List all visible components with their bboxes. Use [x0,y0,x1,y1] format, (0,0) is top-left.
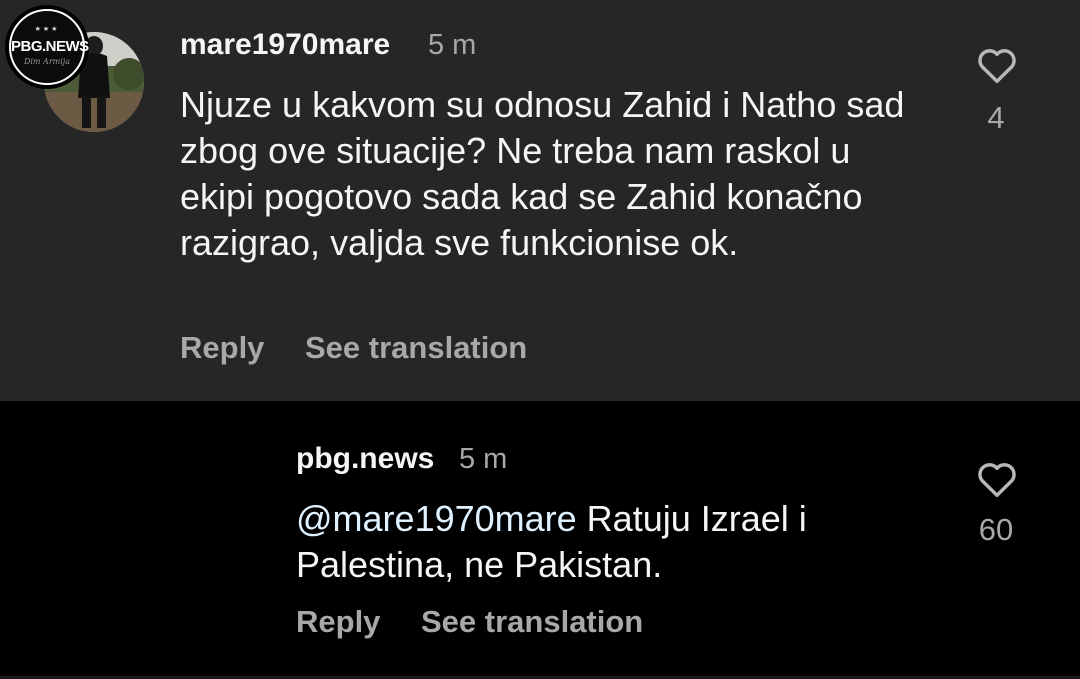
reply-button[interactable]: Reply [180,330,264,366]
see-translation-button[interactable]: See translation [305,330,527,366]
comment-timestamp: 5 m [428,29,477,61]
comment-text: Njuze u kakvom su odnosu Zahid i Natho s… [180,84,905,263]
comment-item: mare1970mare 5 m Njuze u kakvom su odnos… [0,0,1080,401]
heart-outline-icon[interactable] [974,456,1020,502]
like-count: 4 [987,100,1005,135]
user-mention-link[interactable]: @mare1970mare [296,498,577,539]
heart-outline-icon[interactable] [974,42,1020,88]
comment-text: @mare1970mare Ratuju Izrael i Palestina,… [296,496,896,588]
like-count: 60 [978,512,1014,547]
comment-timestamp: 5 m [459,443,508,475]
pbg-news-logo: ★★★ PBG.NEWS Dim Armija [9,9,89,85]
comment-username[interactable]: pbg.news [296,442,434,476]
reply-button[interactable]: Reply [296,604,380,640]
see-translation-button[interactable]: See translation [421,604,643,640]
comment-username[interactable]: mare1970mare [180,28,390,62]
